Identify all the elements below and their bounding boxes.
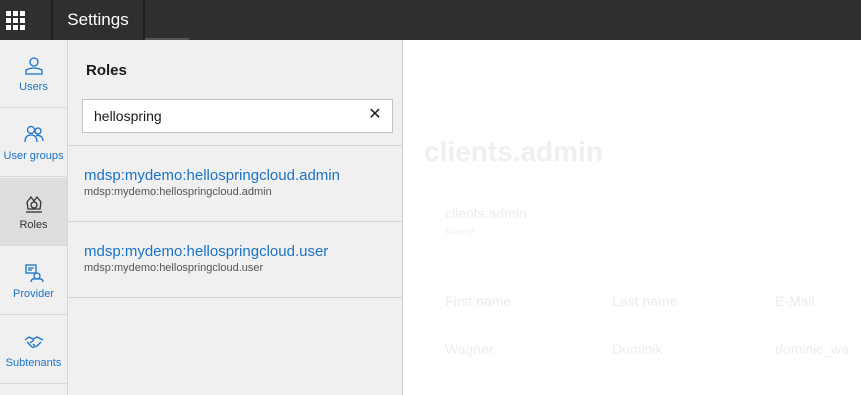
search-box: ✕ bbox=[82, 99, 393, 133]
column-header-last-name: Last name bbox=[612, 293, 678, 309]
list-item[interactable]: mdsp:mydemo:hellospringcloud.user mdsp:m… bbox=[68, 222, 403, 298]
roles-icon bbox=[25, 195, 42, 213]
app-launcher-button[interactable] bbox=[0, 0, 31, 40]
sidebar-item-label: Users bbox=[19, 81, 48, 93]
role-name-link[interactable]: mdsp:mydemo:hellospringcloud.user bbox=[84, 243, 328, 260]
table-cell-first-name: Wagner bbox=[445, 341, 494, 357]
role-name-link[interactable]: mdsp:mydemo:hellospringcloud.admin bbox=[84, 167, 340, 184]
search-input[interactable] bbox=[83, 100, 363, 132]
detail-name-value: clients.admin bbox=[445, 205, 527, 221]
sidebar-item-label: Provider bbox=[13, 288, 54, 300]
clear-search-button[interactable]: ✕ bbox=[366, 106, 384, 124]
detail-title: clients.admin bbox=[424, 136, 603, 167]
grid-icon bbox=[6, 10, 25, 30]
column-header-email: E-Mail bbox=[775, 293, 815, 309]
close-icon: ✕ bbox=[368, 106, 382, 123]
top-bar: Settings bbox=[0, 0, 861, 40]
provider-icon bbox=[24, 264, 44, 283]
sidebar-item-users[interactable]: Users bbox=[0, 40, 67, 108]
sidebar-item-label: User groups bbox=[3, 150, 64, 162]
app-title[interactable]: Settings bbox=[53, 0, 143, 40]
list-item[interactable]: mdsp:mydemo:hellospringcloud.admin mdsp:… bbox=[68, 146, 403, 222]
sidebar-item-label: Roles bbox=[19, 219, 48, 231]
column-header-first-name: First name bbox=[445, 293, 512, 309]
sidebar-nav: Users User groups Roles Provider Subtena… bbox=[0, 40, 68, 395]
divider bbox=[143, 0, 145, 40]
sidebar-item-provider[interactable]: Provider bbox=[0, 247, 67, 315]
role-subtitle: mdsp:mydemo:hellospringcloud.user bbox=[84, 262, 264, 274]
detail-pane: clients.admin clients.admin Name First n… bbox=[404, 40, 861, 395]
sidebar-item-roles[interactable]: Roles bbox=[0, 178, 67, 246]
user-icon bbox=[24, 57, 43, 75]
sidebar-item-user-groups[interactable]: User groups bbox=[0, 109, 67, 177]
handshake-icon bbox=[24, 336, 43, 348]
sidebar-item-label: Subtenants bbox=[5, 357, 62, 369]
sidebar-item-subtenants[interactable]: Subtenants bbox=[0, 316, 67, 384]
user-group-icon bbox=[23, 125, 44, 143]
table-cell-last-name: Dominik bbox=[612, 341, 663, 357]
panel-title: Roles bbox=[86, 62, 127, 79]
detail-name-label: Name bbox=[445, 226, 475, 238]
table-cell-email: dominic_wa bbox=[775, 341, 849, 357]
role-subtitle: mdsp:mydemo:hellospringcloud.admin bbox=[84, 186, 272, 198]
roles-panel: Roles ✕ mdsp:mydemo:hellospringcloud.adm… bbox=[68, 40, 403, 395]
